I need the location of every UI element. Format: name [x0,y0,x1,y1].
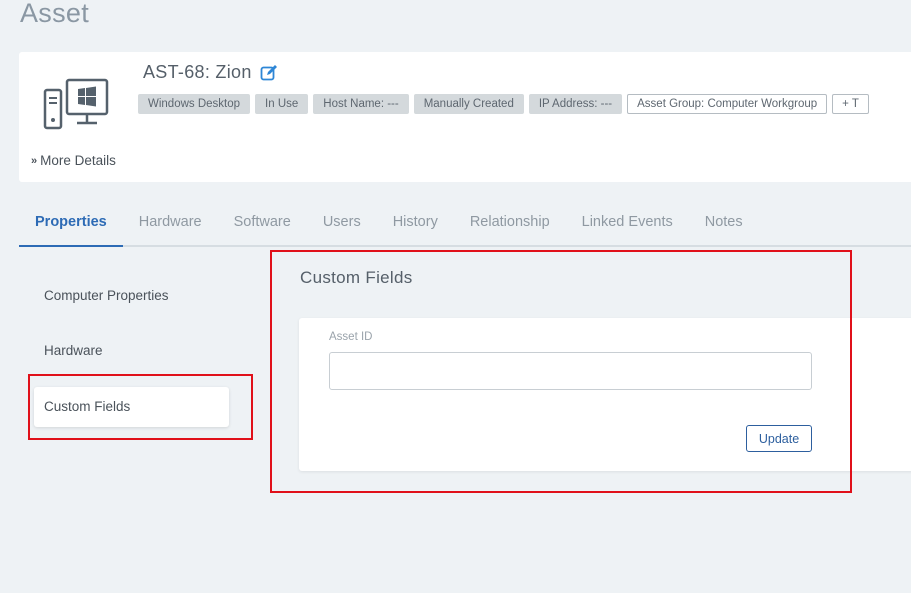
content-highlight-box [270,250,852,493]
tab-properties[interactable]: Properties [19,205,123,247]
sidebar-item-hardware[interactable]: Hardware [34,331,229,371]
tab-software[interactable]: Software [218,205,307,245]
tab-history[interactable]: History [377,205,454,245]
tab-relationship[interactable]: Relationship [454,205,566,245]
badge-source: Manually Created [413,94,524,114]
more-details-label: More Details [40,153,116,168]
sidebar-highlight-box [28,374,253,440]
double-chevron-down-icon: » [31,154,38,167]
tab-notes[interactable]: Notes [689,205,759,245]
tab-hardware[interactable]: Hardware [123,205,218,245]
asset-tabs: Properties Hardware Software Users Histo… [19,205,911,247]
badge-type: Windows Desktop [138,94,251,114]
asset-badges: Windows Desktop In Use Host Name: --- Ma… [138,94,869,114]
badge-ip-address: IP Address: --- [528,94,623,114]
edit-icon[interactable] [260,64,278,82]
asset-name-row: AST-68: Zion [143,62,278,83]
page-title: Asset [20,0,90,28]
sidebar-item-computer-properties[interactable]: Computer Properties [34,276,229,316]
asset-summary-card: AST-68: Zion Windows Desktop In Use Host… [19,52,911,182]
asset-name: AST-68: Zion [143,62,252,82]
badge-asset-group[interactable]: Asset Group: Computer Workgroup [627,94,828,114]
windows-desktop-icon [43,78,109,130]
badge-host-name: Host Name: --- [313,94,409,114]
tab-linked-events[interactable]: Linked Events [566,205,689,245]
add-tag-button[interactable]: + T [832,94,869,114]
more-details-toggle[interactable]: » More Details [31,153,116,168]
badge-status: In Use [255,94,309,114]
tab-users[interactable]: Users [307,205,377,245]
